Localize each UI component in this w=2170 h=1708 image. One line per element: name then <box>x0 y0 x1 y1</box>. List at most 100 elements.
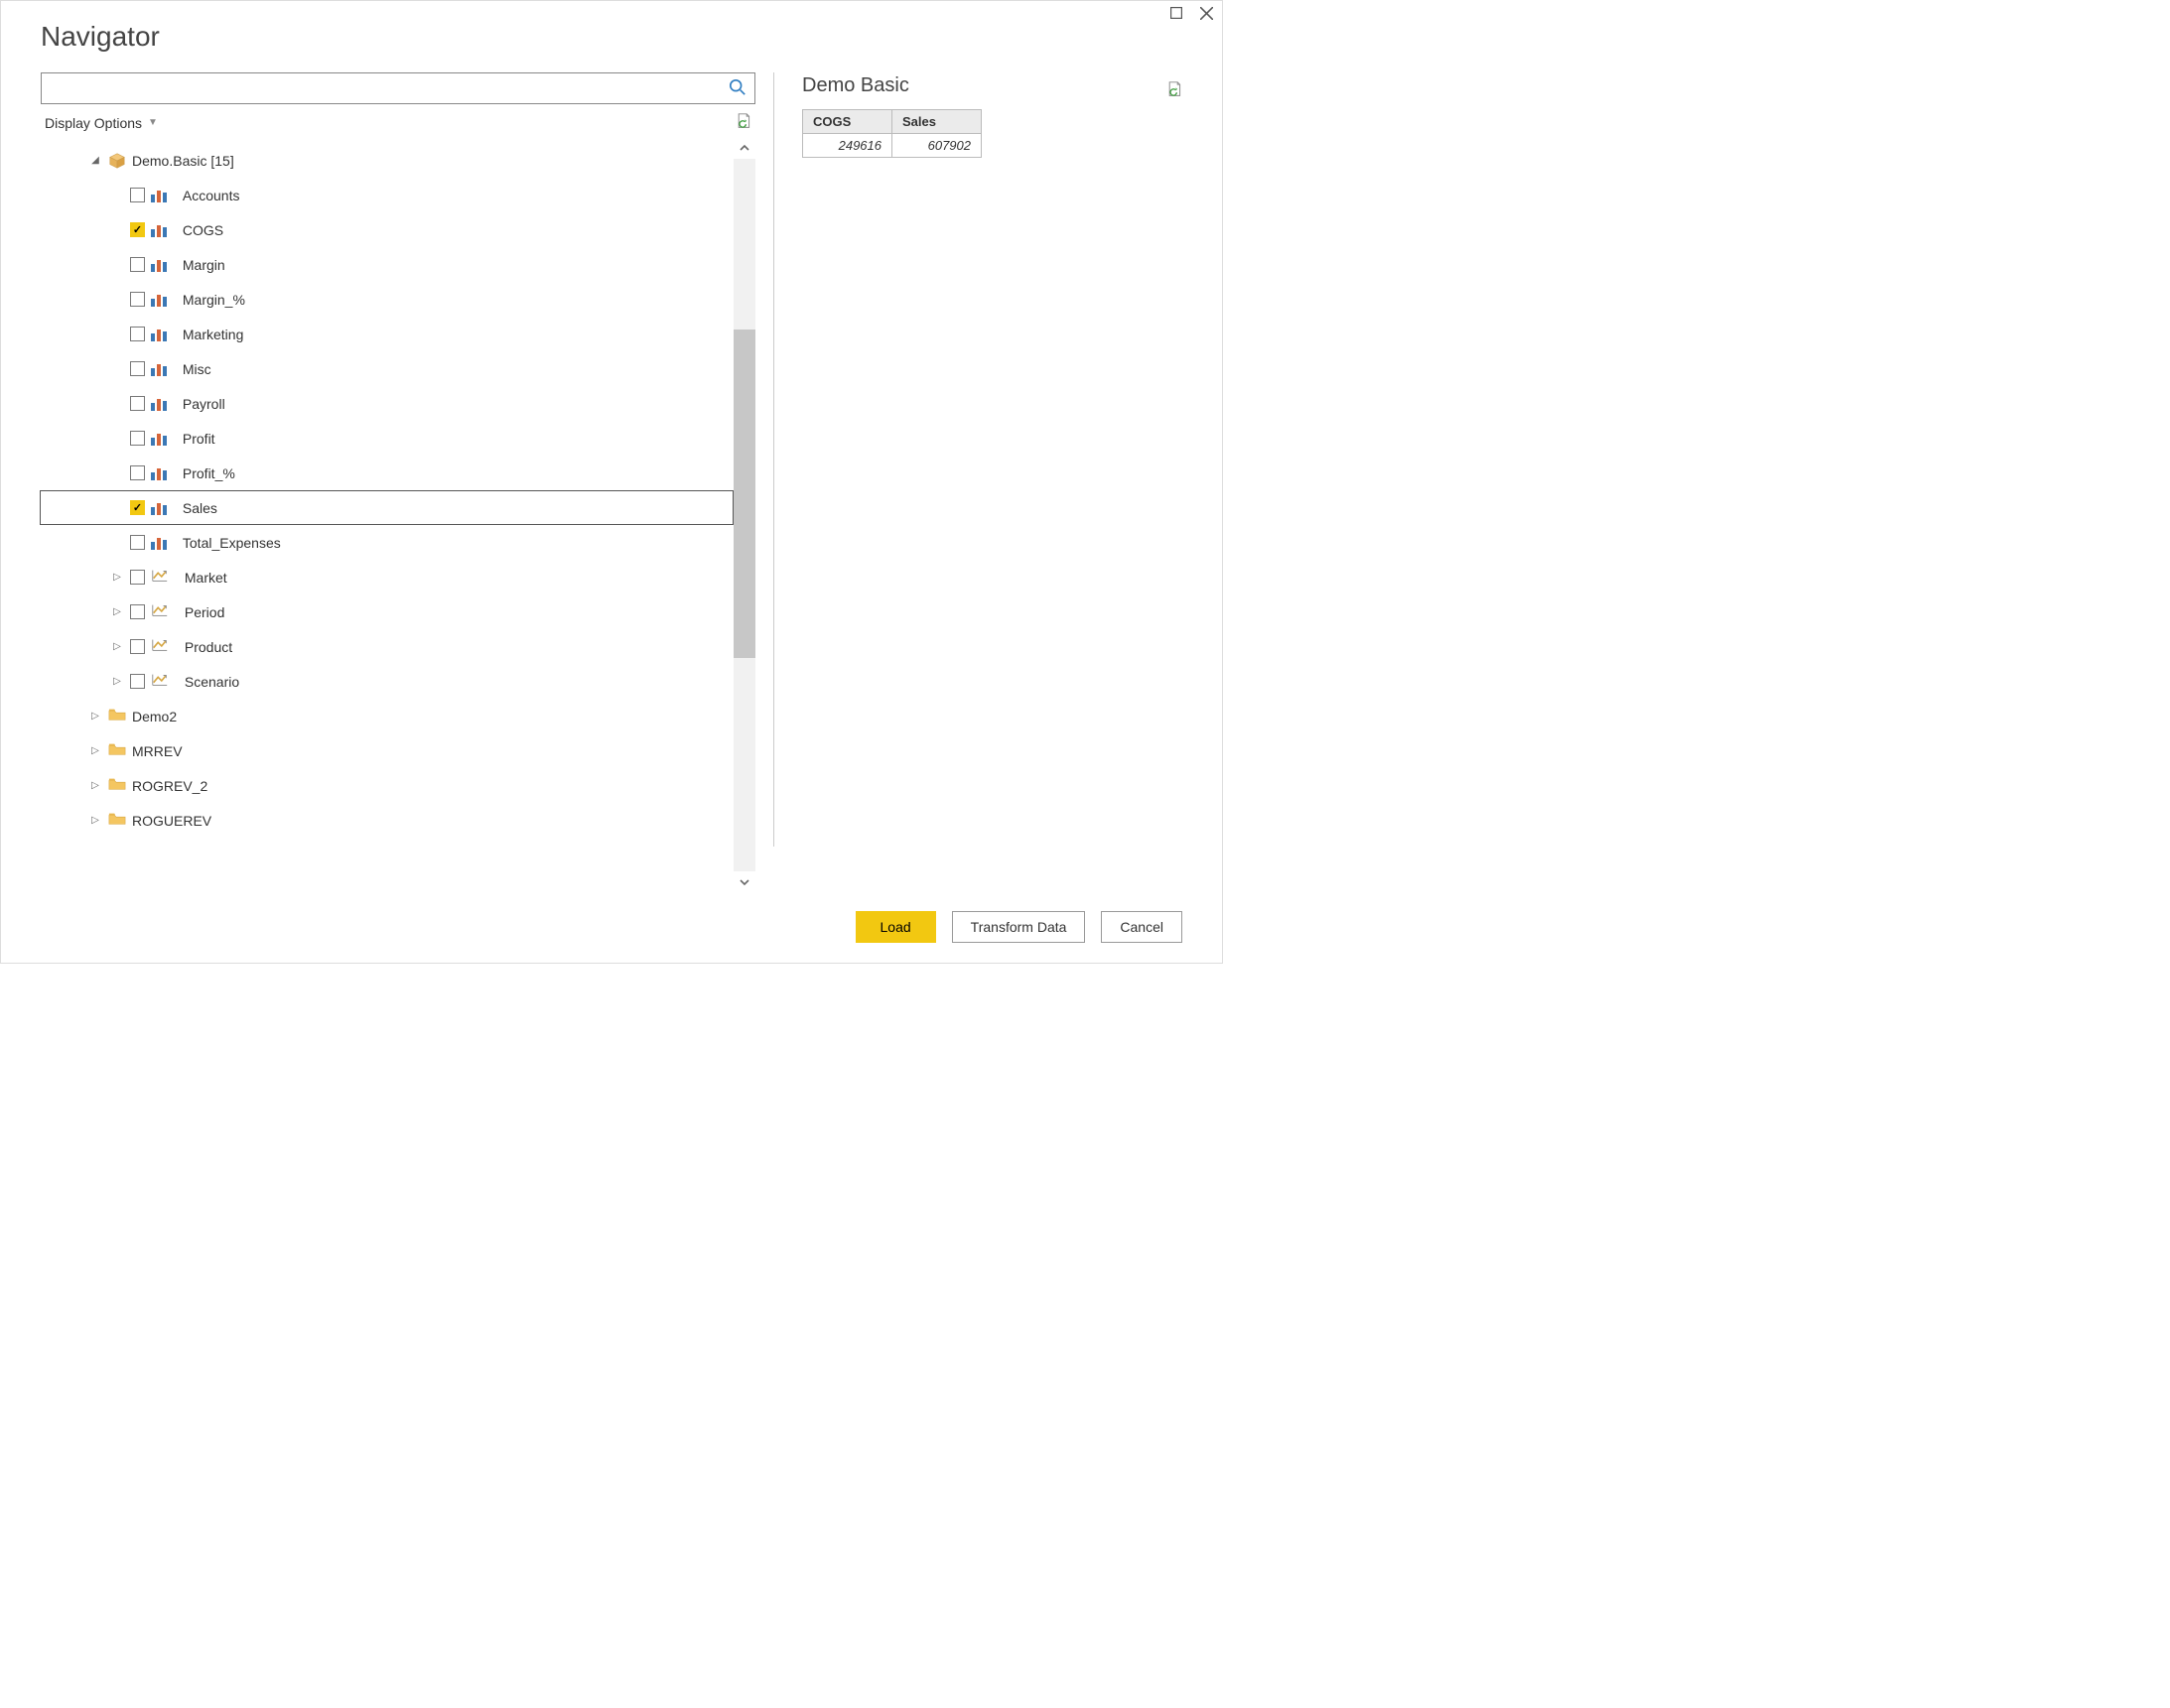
checkbox[interactable] <box>130 257 145 272</box>
tree-item-label: Total_Expenses <box>183 535 281 551</box>
preview-cell: 607902 <box>892 134 982 158</box>
scrollbar[interactable] <box>734 137 755 893</box>
expander-icon[interactable]: ▷ <box>110 606 124 617</box>
tree-item[interactable]: ▷ Market <box>41 560 734 594</box>
bar-chart-icon <box>151 397 167 411</box>
tree-item-label: Profit_% <box>183 465 235 481</box>
tree-item[interactable]: Margin_% <box>41 282 734 317</box>
folder-icon <box>108 742 126 759</box>
checkbox[interactable] <box>130 604 145 619</box>
tree-folder[interactable]: ▷ ROGUEREV <box>41 803 734 838</box>
tree-folder[interactable]: ▷ MRREV <box>41 733 734 768</box>
tree-folder-label: MRREV <box>132 743 183 759</box>
preview-row: 249616607902 <box>803 134 982 158</box>
cube-icon <box>108 152 126 170</box>
checkbox[interactable] <box>130 292 145 307</box>
tree-item-label: Profit <box>183 431 215 447</box>
pane-divider <box>773 72 774 847</box>
checkbox[interactable] <box>130 535 145 550</box>
expander-icon[interactable]: ▷ <box>88 780 102 791</box>
checkbox[interactable]: ✓ <box>130 500 145 515</box>
tree-item[interactable]: ▷ Scenario <box>41 664 734 699</box>
checkbox[interactable] <box>130 570 145 585</box>
tree-item[interactable]: Profit_% <box>41 456 734 490</box>
tree-item[interactable]: Margin <box>41 247 734 282</box>
tree-item-label: Sales <box>183 500 217 516</box>
scroll-down-icon[interactable] <box>734 871 755 893</box>
expander-icon[interactable]: ▷ <box>88 711 102 722</box>
bar-chart-icon <box>151 501 167 515</box>
expander-icon[interactable]: ▷ <box>88 815 102 826</box>
tree-item[interactable]: ✓ Sales <box>40 490 734 525</box>
folder-icon <box>108 708 126 724</box>
close-button[interactable] <box>1198 5 1214 21</box>
window-titlebar <box>1 1 1222 21</box>
expander-icon[interactable]: ◢ <box>88 155 102 166</box>
tree-item[interactable]: ▷ Period <box>41 594 734 629</box>
tree-folder-label: Demo2 <box>132 709 177 724</box>
tree-item[interactable]: Payroll <box>41 386 734 421</box>
preview-pane: Demo Basic COGSSales 249616607902 <box>802 72 1182 893</box>
tree-item[interactable]: Marketing <box>41 317 734 351</box>
tree-folder[interactable]: ▷ ROGREV_2 <box>41 768 734 803</box>
checkbox[interactable] <box>130 465 145 480</box>
tree-folder-label: ROGREV_2 <box>132 778 207 794</box>
tree-item[interactable]: Total_Expenses <box>41 525 734 560</box>
tree-item-label: Marketing <box>183 327 243 342</box>
line-chart-icon <box>151 568 169 587</box>
expander-icon[interactable]: ▷ <box>88 745 102 756</box>
expander-icon[interactable]: ▷ <box>110 641 124 652</box>
checkbox[interactable] <box>130 327 145 341</box>
tree-folder[interactable]: ▷ Demo2 <box>41 699 734 733</box>
checkbox[interactable] <box>130 396 145 411</box>
display-options-dropdown[interactable]: Display Options ▼ <box>45 115 158 131</box>
bar-chart-icon <box>151 258 167 272</box>
checkbox[interactable] <box>130 674 145 689</box>
tree-item-label: Payroll <box>183 396 225 412</box>
transform-data-button[interactable]: Transform Data <box>952 911 1086 943</box>
scroll-up-icon[interactable] <box>734 137 755 159</box>
checkbox[interactable] <box>130 431 145 446</box>
bar-chart-icon <box>151 466 167 480</box>
tree-root-demo-basic[interactable]: ◢ Demo.Basic [15] <box>41 143 734 178</box>
checkbox[interactable] <box>130 639 145 654</box>
refresh-icon[interactable] <box>736 112 751 133</box>
load-button[interactable]: Load <box>856 911 936 943</box>
tree-folder-label: ROGUEREV <box>132 813 211 829</box>
tree-item[interactable]: Accounts <box>41 178 734 212</box>
display-options-label: Display Options <box>45 115 142 131</box>
tree-item-label: Accounts <box>183 188 240 203</box>
dialog-title: Navigator <box>41 21 1182 53</box>
bar-chart-icon <box>151 328 167 341</box>
line-chart-icon <box>151 637 169 656</box>
maximize-button[interactable] <box>1168 5 1184 21</box>
tree-item[interactable]: ▷ Product <box>41 629 734 664</box>
search-icon[interactable] <box>729 78 746 99</box>
search-box[interactable] <box>41 72 755 104</box>
bar-chart-icon <box>151 432 167 446</box>
checkbox[interactable] <box>130 361 145 376</box>
tree-item-label: Period <box>185 604 224 620</box>
tree-root-label: Demo.Basic [15] <box>132 153 234 169</box>
tree-item[interactable]: ✓ COGS <box>41 212 734 247</box>
scrollbar-track[interactable] <box>734 159 755 871</box>
tree-item[interactable]: Misc <box>41 351 734 386</box>
tree-item-label: Margin <box>183 257 225 273</box>
expander-icon[interactable]: ▷ <box>110 572 124 583</box>
preview-cell: 249616 <box>803 134 892 158</box>
preview-refresh-icon[interactable] <box>1166 80 1182 101</box>
preview-table: COGSSales 249616607902 <box>802 109 982 158</box>
scrollbar-thumb[interactable] <box>734 329 755 657</box>
tree-item-label: Margin_% <box>183 292 245 308</box>
cancel-button[interactable]: Cancel <box>1101 911 1182 943</box>
search-input[interactable] <box>50 79 729 97</box>
preview-column-header[interactable]: Sales <box>892 110 982 134</box>
bar-chart-icon <box>151 362 167 376</box>
expander-icon[interactable]: ▷ <box>110 676 124 687</box>
navigator-tree[interactable]: ◢ Demo.Basic [15] Accounts✓ COGS Margin … <box>41 137 734 893</box>
preview-column-header[interactable]: COGS <box>803 110 892 134</box>
checkbox[interactable] <box>130 188 145 202</box>
checkbox[interactable]: ✓ <box>130 222 145 237</box>
tree-item[interactable]: Profit <box>41 421 734 456</box>
tree-item-label: Misc <box>183 361 211 377</box>
